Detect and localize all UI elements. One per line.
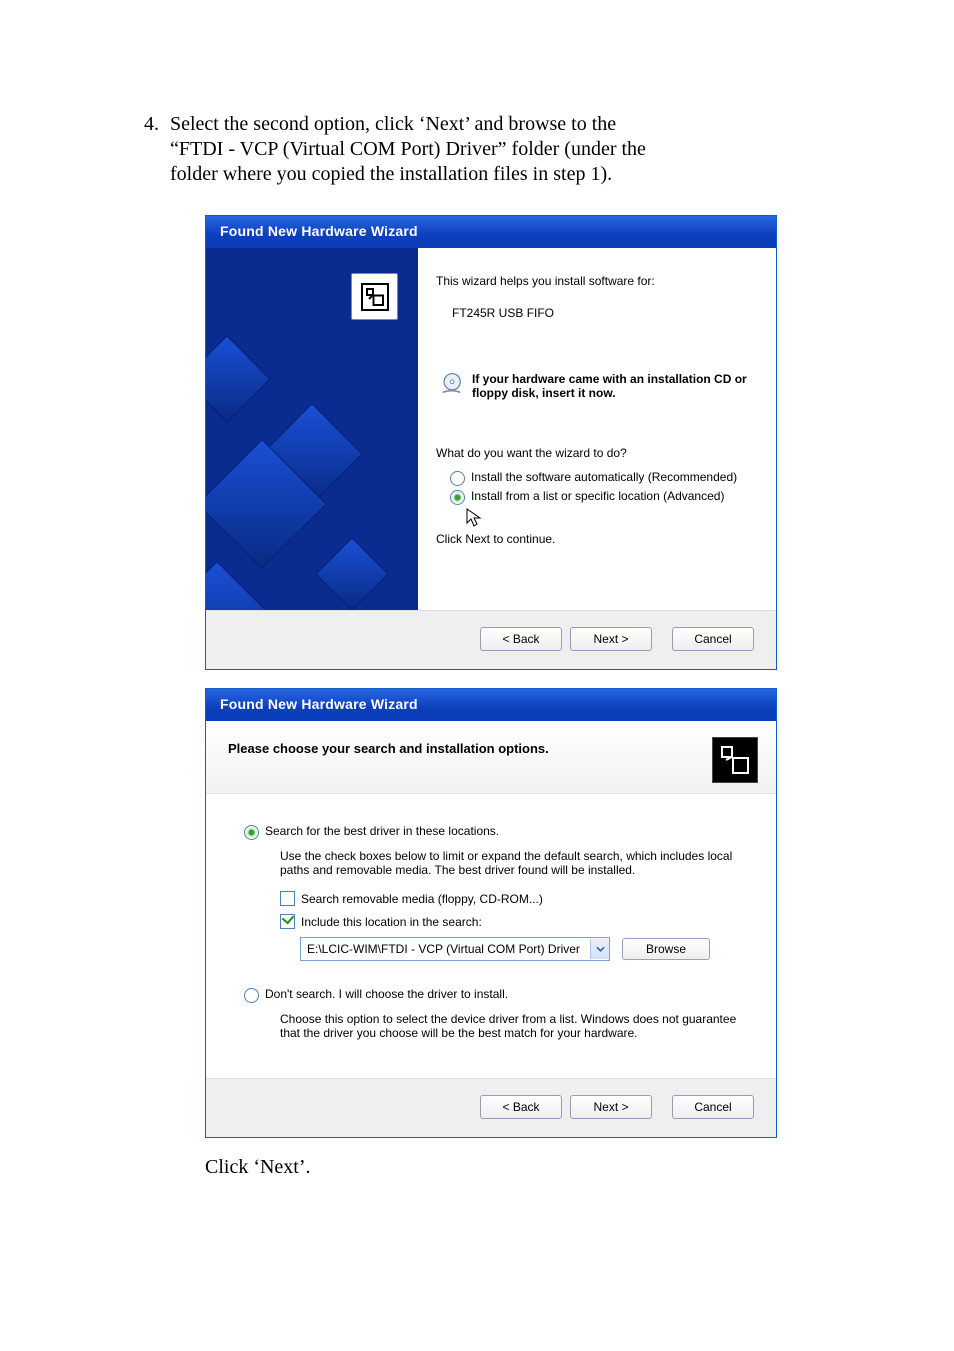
- checkbox-label: Search removable media (floppy, CD-ROM..…: [301, 892, 543, 906]
- checkbox-icon: [280, 914, 295, 929]
- radio-label: Install from a list or specific location…: [471, 489, 724, 503]
- button-bar: < Back Next > Cancel: [206, 1078, 776, 1137]
- titlebar: Found New Hardware Wizard: [206, 216, 776, 248]
- back-button[interactable]: < Back: [480, 627, 562, 651]
- option-desc: Use the check boxes below to limit or ex…: [280, 849, 746, 877]
- wizard-subheader: Please choose your search and installati…: [206, 721, 776, 794]
- next-button[interactable]: Next >: [570, 1095, 652, 1119]
- chevron-down-icon: [590, 939, 609, 959]
- wizard-intro: This wizard helps you install software f…: [436, 274, 764, 288]
- titlebar: Found New Hardware Wizard: [206, 689, 776, 721]
- wizard-dialog-2: Found New Hardware Wizard Please choose …: [205, 688, 777, 1138]
- cd-icon: [440, 372, 466, 398]
- device-icon: [351, 273, 398, 320]
- radio-dont-search[interactable]: Don't search. I will choose the driver t…: [244, 987, 746, 1002]
- checkbox-icon: [280, 891, 295, 906]
- radio-install-list[interactable]: Install from a list or specific location…: [450, 489, 764, 504]
- device-icon: [712, 737, 758, 783]
- instruction-text: 4. Select the second option, click ‘Next…: [170, 112, 794, 187]
- browse-button[interactable]: Browse: [622, 938, 710, 960]
- cursor-icon: [466, 508, 482, 528]
- wizard-prompt: What do you want the wizard to do?: [436, 446, 764, 460]
- button-bar: < Back Next > Cancel: [206, 610, 776, 669]
- radio-label: Install the software automatically (Reco…: [471, 470, 737, 484]
- radio-label: Don't search. I will choose the driver t…: [265, 987, 508, 1001]
- radio-group: Install the software automatically (Reco…: [450, 470, 764, 528]
- cd-hint-text: If your hardware came with an installati…: [472, 372, 752, 400]
- radio-install-auto[interactable]: Install the software automatically (Reco…: [450, 470, 764, 485]
- device-name: FT245R USB FIFO: [452, 306, 764, 320]
- wizard-dialog-1: Found New Hardware Wizard This wiz: [205, 215, 777, 670]
- instruction-line: folder where you copied the installation…: [170, 163, 612, 185]
- radio-label: Search for the best driver in these loca…: [265, 824, 499, 838]
- continue-hint: Click Next to continue.: [436, 532, 764, 546]
- radio-dot-icon: [244, 988, 259, 1003]
- checkbox-label: Include this location in the search:: [301, 915, 482, 929]
- wizard-heading: Please choose your search and installati…: [228, 737, 712, 756]
- instruction-line: Select the second option, click ‘Next’ a…: [170, 113, 616, 135]
- option-desc: Choose this option to select the device …: [280, 1012, 746, 1040]
- closing-text: Click ‘Next’.: [205, 1156, 954, 1179]
- radio-search-best[interactable]: Search for the best driver in these loca…: [244, 824, 746, 839]
- checkbox-include-location[interactable]: Include this location in the search:: [280, 914, 746, 929]
- cancel-button[interactable]: Cancel: [672, 1095, 754, 1119]
- next-button[interactable]: Next >: [570, 627, 652, 651]
- wizard-side-banner: [206, 248, 418, 610]
- cancel-button[interactable]: Cancel: [672, 627, 754, 651]
- radio-dot-icon: [450, 471, 465, 486]
- location-dropdown[interactable]: E:\LCIC-WIM\FTDI - VCP (Virtual COM Port…: [300, 937, 610, 961]
- location-value: E:\LCIC-WIM\FTDI - VCP (Virtual COM Port…: [307, 942, 580, 956]
- checkbox-removable-media[interactable]: Search removable media (floppy, CD-ROM..…: [280, 891, 746, 906]
- radio-dot-icon: [450, 490, 465, 505]
- instruction-line: “FTDI - VCP (Virtual COM Port) Driver” f…: [170, 138, 646, 160]
- radio-dot-icon: [244, 825, 259, 840]
- step-number: 4.: [144, 112, 159, 137]
- back-button[interactable]: < Back: [480, 1095, 562, 1119]
